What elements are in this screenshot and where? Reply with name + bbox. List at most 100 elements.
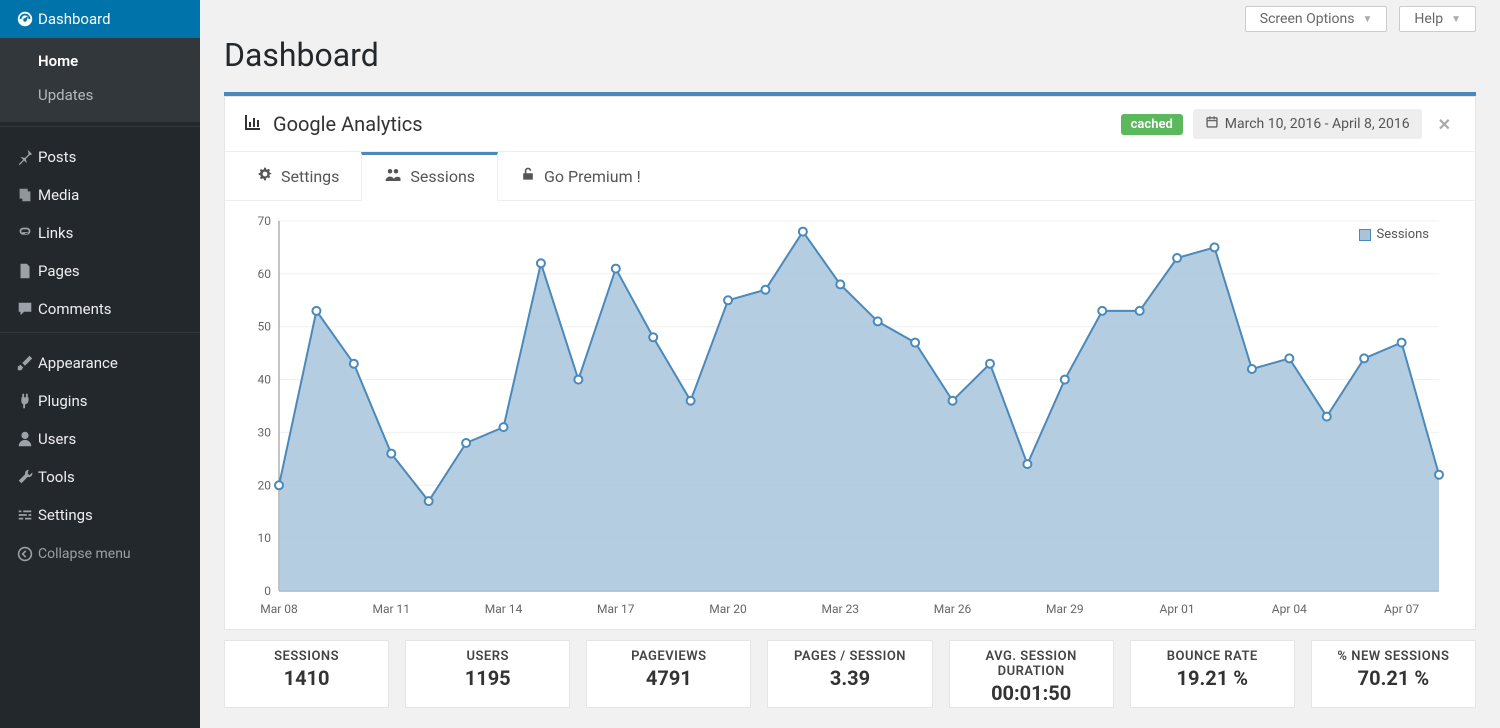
sidebar-item-label: Dashboard	[38, 10, 111, 28]
svg-text:Mar 14: Mar 14	[485, 602, 523, 616]
tab-sessions[interactable]: Sessions	[361, 152, 498, 201]
user-icon	[12, 430, 38, 448]
sidebar-item-media[interactable]: Media	[0, 176, 200, 214]
sidebar-item-plugins[interactable]: Plugins	[0, 382, 200, 420]
stat-label: USERS	[414, 649, 561, 664]
tab-label: Go Premium !	[544, 167, 641, 186]
sliders-icon	[12, 506, 38, 524]
media-icon	[12, 186, 38, 204]
tab-label: Settings	[281, 167, 339, 186]
page-title: Dashboard	[224, 36, 1476, 74]
bar-chart-icon	[243, 112, 263, 137]
svg-text:Mar 11: Mar 11	[372, 602, 410, 616]
stat-value: 70.21 %	[1320, 666, 1467, 690]
sessions-chart: Sessions 010203040506070Mar 08Mar 11Mar …	[225, 201, 1475, 629]
sidebar-item-appearance[interactable]: Appearance	[0, 344, 200, 382]
sidebar-submenu-dashboard: Home Updates	[0, 38, 200, 122]
stat-card[interactable]: PAGES / SESSION 3.39	[767, 640, 932, 708]
sidebar-item-links[interactable]: Links	[0, 214, 200, 252]
sidebar-subitem-updates[interactable]: Updates	[0, 78, 200, 112]
sidebar-item-pages[interactable]: Pages	[0, 252, 200, 290]
sidebar-item-label: Pages	[38, 262, 80, 280]
tab-label: Sessions	[410, 167, 475, 186]
sidebar-item-tools[interactable]: Tools	[0, 458, 200, 496]
chart-svg: 010203040506070Mar 08Mar 11Mar 14Mar 17M…	[239, 211, 1459, 621]
analytics-widget: Google Analytics cached March 10, 2016 -…	[224, 96, 1476, 630]
sidebar-item-label: Users	[38, 430, 76, 448]
svg-text:Mar 29: Mar 29	[1046, 602, 1084, 616]
stat-label: PAGEVIEWS	[595, 649, 742, 664]
stat-card[interactable]: % NEW SESSIONS 70.21 %	[1311, 640, 1476, 708]
svg-text:10: 10	[258, 531, 272, 545]
svg-text:Mar 20: Mar 20	[709, 602, 747, 616]
comment-icon	[12, 300, 38, 318]
stat-label: PAGES / SESSION	[776, 649, 923, 664]
caret-down-icon: ▼	[1363, 14, 1373, 25]
sidebar-item-comments[interactable]: Comments	[0, 290, 200, 328]
svg-text:0: 0	[264, 584, 271, 598]
gear-icon	[257, 166, 273, 186]
sidebar-item-label: Appearance	[38, 354, 118, 372]
cached-badge: cached	[1121, 114, 1183, 135]
collapse-menu-button[interactable]: Collapse menu	[0, 534, 200, 574]
top-bar: Screen Options ▼ Help ▼	[224, 0, 1476, 32]
svg-text:Mar 17: Mar 17	[597, 602, 635, 616]
widget-title: Google Analytics	[273, 112, 423, 136]
unlock-icon	[520, 166, 536, 186]
stat-card[interactable]: USERS 1195	[405, 640, 570, 708]
stat-value: 1195	[414, 666, 561, 690]
stat-card[interactable]: BOUNCE RATE19.21 %	[1130, 640, 1295, 708]
date-range-picker[interactable]: March 10, 2016 - April 8, 2016	[1193, 109, 1422, 139]
sidebar-item-label: Plugins	[38, 392, 87, 410]
svg-text:60: 60	[258, 267, 272, 281]
widget-tabs: Settings Sessions Go Premium !	[225, 152, 1475, 201]
page-icon	[12, 262, 38, 280]
calendar-icon	[1205, 115, 1219, 133]
stat-label: SESSIONS	[233, 649, 380, 664]
svg-text:20: 20	[258, 478, 272, 492]
main-content: Screen Options ▼ Help ▼ Dashboard Google…	[200, 0, 1500, 728]
stat-value: 00:01:50	[958, 681, 1105, 705]
stat-card[interactable]: AVG. SESSION DURATION00:01:50	[949, 640, 1114, 708]
sidebar-item-label: Comments	[38, 300, 112, 318]
stat-label: % NEW SESSIONS	[1320, 649, 1467, 664]
svg-text:30: 30	[258, 425, 272, 439]
sidebar-item-users[interactable]: Users	[0, 420, 200, 458]
sidebar-item-label: Tools	[38, 468, 75, 486]
svg-text:40: 40	[258, 373, 272, 387]
close-icon[interactable]: ✕	[1432, 115, 1457, 134]
sidebar-subitem-home[interactable]: Home	[0, 44, 200, 78]
stat-label: BOUNCE RATE	[1139, 649, 1286, 664]
stat-label: AVG. SESSION DURATION	[958, 649, 1105, 679]
screen-options-label: Screen Options	[1260, 11, 1355, 27]
svg-text:Apr 01: Apr 01	[1160, 602, 1195, 616]
sidebar-item-label: Settings	[38, 506, 93, 524]
collapse-icon	[12, 546, 38, 562]
admin-sidebar: Dashboard Home Updates Posts Media Links	[0, 0, 200, 728]
sidebar-item-label: Links	[38, 224, 73, 242]
sidebar-item-settings[interactable]: Settings	[0, 496, 200, 534]
stats-row: SESSIONS1410 USERS 1195 PAGEVIEWS 4791 PAGES …	[224, 640, 1476, 708]
date-range-label: March 10, 2016 - April 8, 2016	[1225, 116, 1410, 132]
svg-text:Mar 23: Mar 23	[822, 602, 860, 616]
collapse-label: Collapse menu	[38, 546, 131, 562]
sidebar-item-posts[interactable]: Posts	[0, 138, 200, 176]
pin-icon	[12, 148, 38, 166]
stat-card[interactable]: SESSIONS1410	[224, 640, 389, 708]
tab-settings[interactable]: Settings	[235, 152, 361, 200]
legend-swatch	[1359, 229, 1371, 241]
help-label: Help	[1414, 11, 1443, 27]
stat-value: 3.39	[776, 666, 923, 690]
svg-text:Mar 08: Mar 08	[260, 602, 298, 616]
svg-text:50: 50	[258, 320, 272, 334]
tab-premium[interactable]: Go Premium !	[498, 152, 663, 200]
sidebar-item-dashboard[interactable]: Dashboard	[0, 0, 200, 38]
help-button[interactable]: Help ▼	[1399, 6, 1476, 32]
screen-options-button[interactable]: Screen Options ▼	[1245, 6, 1388, 32]
stat-card[interactable]: PAGEVIEWS 4791	[586, 640, 751, 708]
legend-label: Sessions	[1377, 227, 1430, 242]
plug-icon	[12, 392, 38, 410]
svg-text:Apr 04: Apr 04	[1272, 602, 1307, 616]
gauge-icon	[12, 10, 38, 28]
stat-value: 4791	[595, 666, 742, 690]
